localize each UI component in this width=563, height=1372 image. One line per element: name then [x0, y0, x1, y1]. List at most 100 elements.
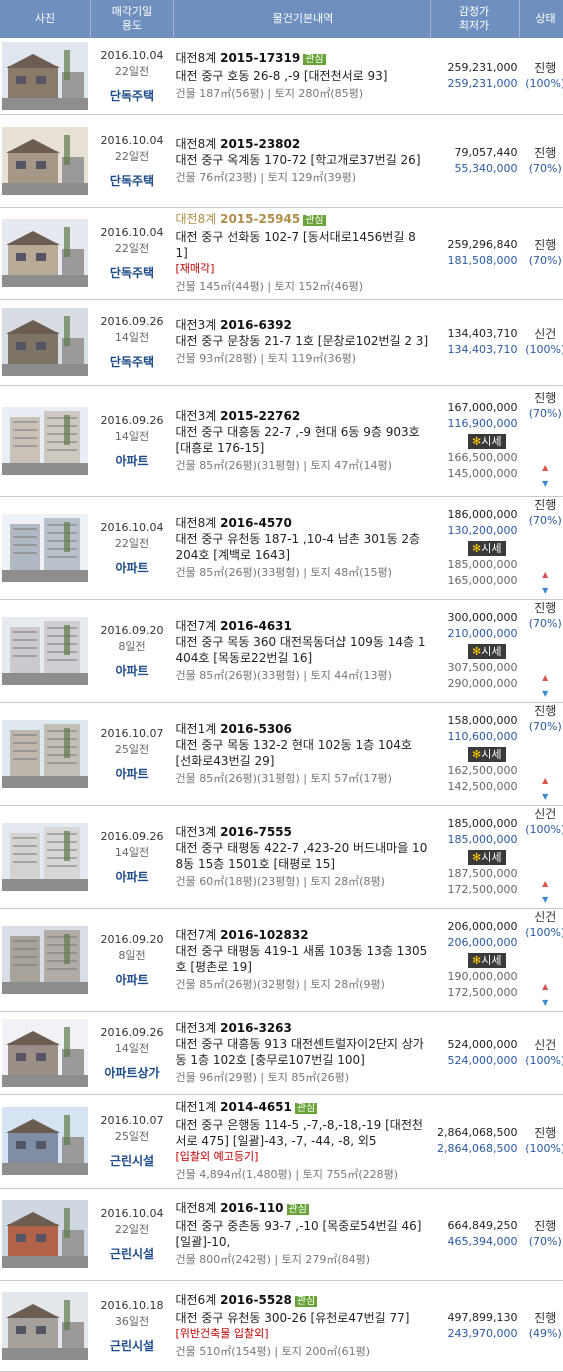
address: 대전 중구 은행동 114-5 ,-7,-8,-18,-19 [대전천서로 47… [176, 1117, 431, 1149]
case-number[interactable]: 2015-22762 [220, 409, 300, 423]
table-row[interactable]: 2016.10.0422일전단독주택대전8계 2015-17319관심대전 중구… [0, 38, 563, 114]
case-number[interactable]: 2016-5528 [220, 1293, 292, 1307]
table-row[interactable]: 2016.09.208일전아파트대전7계 2016-102832대전 중구 태평… [0, 908, 563, 1011]
property-photo[interactable] [2, 617, 88, 685]
table-row[interactable]: 2016.10.0422일전단독주택대전8계 2015-25945관심대전 중구… [0, 207, 563, 299]
market-label: 시세 [481, 851, 501, 864]
min-percent: (70%) [520, 719, 563, 735]
property-use[interactable]: 아파트 [91, 453, 174, 469]
case-number[interactable]: 2015-23802 [220, 137, 300, 151]
minimum-price: 55,340,000 [431, 161, 518, 177]
case-line[interactable]: 대전8계 2016-4570 [176, 515, 431, 531]
property-use[interactable]: 아파트상가 [91, 1065, 174, 1081]
property-use[interactable]: 근린시설 [91, 1153, 174, 1169]
property-photo[interactable] [2, 42, 88, 110]
table-row[interactable]: 2016.10.0422일전아파트대전8계 2016-4570대전 중구 유천동… [0, 496, 563, 599]
case-line[interactable]: 대전3계 2016-6392 [176, 317, 431, 333]
case-line[interactable]: 대전8계 2016-110관심 [176, 1200, 431, 1218]
property-photo[interactable] [2, 127, 88, 195]
appraised-price: 167,000,000 [431, 400, 518, 416]
property-use[interactable]: 아파트 [91, 766, 174, 782]
court-name: 대전7계 [176, 619, 217, 633]
court-name: 대전1계 [176, 722, 217, 736]
case-number[interactable]: 2016-3263 [220, 1021, 292, 1035]
market-price-button[interactable]: ✻시세 [468, 434, 505, 449]
market-star-icon: ✻ [472, 645, 481, 658]
case-line[interactable]: 대전7계 2016-102832 [176, 927, 431, 943]
case-line[interactable]: 대전3계 2015-22762 [176, 408, 431, 424]
case-number[interactable]: 2016-5306 [220, 722, 292, 736]
market-price-button[interactable]: ✻시세 [468, 850, 505, 865]
triangle-up-icon: ▲ [520, 567, 563, 583]
case-line[interactable]: 대전3계 2016-7555 [176, 824, 431, 840]
property-photo[interactable] [2, 1200, 88, 1268]
days-left: 22일전 [91, 64, 174, 80]
property-photo[interactable] [2, 219, 88, 287]
area-info: 건물 85㎡(26평)(33평형) | 토지 48㎡(15평) [176, 565, 431, 581]
case-line[interactable]: 대전8계 2015-23802 [176, 136, 431, 152]
market-price-button[interactable]: ✻시세 [468, 953, 505, 968]
property-photo[interactable] [2, 1019, 88, 1087]
property-use[interactable]: 근린시설 [91, 1246, 174, 1262]
property-photo[interactable] [2, 514, 88, 582]
property-photo[interactable] [2, 407, 88, 475]
table-row[interactable]: 2016.10.0725일전근린시설대전1계 2014-4651관심대전 중구 … [0, 1094, 563, 1188]
case-number[interactable]: 2016-6392 [220, 318, 292, 332]
status-cell: 진행(70%)▲▼ [520, 599, 563, 702]
price-cell: 524,000,000524,000,000 [431, 1011, 520, 1094]
table-row[interactable]: 2016.09.2614일전아파트대전3계 2015-22762대전 중구 대흥… [0, 385, 563, 496]
property-photo[interactable] [2, 823, 88, 891]
case-number[interactable]: 2016-4631 [220, 619, 292, 633]
case-number[interactable]: 2014-4651 [220, 1100, 292, 1114]
table-row[interactable]: 2016.09.2614일전단독주택대전3계 2016-6392대전 중구 문창… [0, 299, 563, 385]
table-row[interactable]: 2016.10.0725일전아파트대전1계 2016-5306대전 중구 목동 … [0, 702, 563, 805]
property-use[interactable]: 근린시설 [91, 1338, 174, 1354]
property-use[interactable]: 단독주택 [91, 265, 174, 281]
property-use[interactable]: 아파트 [91, 869, 174, 885]
property-use[interactable]: 단독주택 [91, 88, 174, 104]
case-number[interactable]: 2016-7555 [220, 825, 292, 839]
market-high: 166,500,000 [431, 450, 518, 466]
case-line[interactable]: 대전3계 2016-3263 [176, 1020, 431, 1036]
case-line[interactable]: 대전8계 2015-25945관심 [176, 211, 431, 229]
case-line[interactable]: 대전6계 2016-5528관심 [176, 1292, 431, 1310]
property-photo[interactable] [2, 926, 88, 994]
property-use[interactable]: 단독주택 [91, 354, 174, 370]
market-price-button[interactable]: ✻시세 [468, 644, 505, 659]
table-row[interactable]: 2016.10.0422일전근린시설대전8계 2016-110관심대전 중구 중… [0, 1188, 563, 1280]
property-use[interactable]: 아파트 [91, 560, 174, 576]
table-row[interactable]: 2016.10.0422일전단독주택대전8계 2015-23802대전 중구 옥… [0, 114, 563, 207]
case-number[interactable]: 2015-17319 [220, 51, 300, 65]
property-use[interactable]: 단독주택 [91, 173, 174, 189]
status-cell: 신건(100%) [520, 1011, 563, 1094]
col-photo: 사진 [0, 0, 91, 38]
property-photo[interactable] [2, 308, 88, 376]
days-left: 22일전 [91, 241, 174, 257]
market-price-button[interactable]: ✻시세 [468, 747, 505, 762]
market-low: 172,500,000 [431, 985, 518, 1001]
case-line[interactable]: 대전8계 2015-17319관심 [176, 50, 431, 68]
case-number[interactable]: 2016-110 [220, 1201, 283, 1215]
case-line[interactable]: 대전7계 2016-4631 [176, 618, 431, 634]
col-info: 물건기본내역 [174, 0, 431, 38]
case-line[interactable]: 대전1계 2014-4651관심 [176, 1099, 431, 1117]
table-row[interactable]: 2016.09.208일전아파트대전7계 2016-4631대전 중구 목동 3… [0, 599, 563, 702]
table-row[interactable]: 2016.09.2614일전아파트대전3계 2016-7555대전 중구 태평동… [0, 805, 563, 908]
sale-date: 2016.10.18 [91, 1298, 174, 1314]
property-photo[interactable] [2, 720, 88, 788]
property-use[interactable]: 아파트 [91, 663, 174, 679]
case-number[interactable]: 2016-102832 [220, 928, 308, 942]
case-line[interactable]: 대전1계 2016-5306 [176, 721, 431, 737]
case-number[interactable]: 2015-25945 [220, 212, 300, 226]
min-percent: (70%) [520, 161, 563, 177]
area-info: 건물 60㎡(18평)(23평형) | 토지 28㎡(8평) [176, 874, 431, 890]
status-label: 진행 [520, 237, 563, 253]
table-row[interactable]: 2016.09.2614일전아파트상가대전3계 2016-3263대전 중구 대… [0, 1011, 563, 1094]
case-number[interactable]: 2016-4570 [220, 516, 292, 530]
market-label: 시세 [481, 954, 501, 967]
property-use[interactable]: 아파트 [91, 972, 174, 988]
property-photo[interactable] [2, 1107, 88, 1175]
court-name: 대전3계 [176, 318, 217, 332]
date-use-cell: 2016.10.0725일전아파트 [91, 702, 174, 805]
market-price-button[interactable]: ✻시세 [468, 541, 505, 556]
